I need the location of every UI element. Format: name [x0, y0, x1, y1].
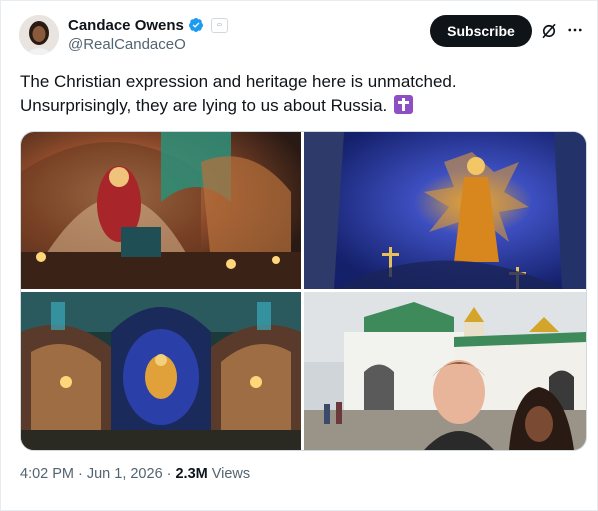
cathedral-nave-interior-photo[interactable]: [21, 292, 301, 450]
tweet-text: The Christian expression and heritage he…: [20, 70, 580, 118]
tweet-card: Candace Owens ▭ @RealCandaceO Subscribe …: [0, 0, 598, 511]
tweet-text-line-2-content: Unsurprisingly, they are lying to us abo…: [20, 96, 388, 115]
tweet-text-line-2: Unsurprisingly, they are lying to us abo…: [20, 94, 580, 118]
views-count: 2.3M: [175, 466, 208, 482]
cathedral-dome-christ-mosaic-photo[interactable]: [304, 132, 586, 289]
views-label: Views: [211, 466, 251, 482]
grok-icon[interactable]: [540, 22, 558, 40]
cross-emoji-icon: [394, 95, 413, 114]
more-icon[interactable]: [566, 21, 584, 39]
monastery-selfie-photo[interactable]: [304, 292, 586, 450]
cathedral-mosaic-madonna-photo[interactable]: [21, 132, 301, 289]
tweet-text-line-1: The Christian expression and heritage he…: [20, 72, 457, 91]
author-handle[interactable]: @RealCandaceO: [68, 36, 186, 53]
meta-separator: ·: [78, 466, 83, 482]
author-name[interactable]: Candace Owens: [68, 17, 184, 34]
avatar[interactable]: [19, 15, 59, 55]
verified-badge-icon: [188, 18, 203, 32]
author-name-row[interactable]: Candace Owens ▭: [68, 15, 228, 35]
affiliate-badge-icon[interactable]: ▭: [210, 17, 228, 33]
tweet-date[interactable]: Jun 1, 2026: [87, 466, 163, 482]
tweet-time[interactable]: 4:02 PM: [20, 466, 74, 482]
meta-separator: ·: [166, 466, 172, 482]
tweet-meta: 4:02 PM · Jun 1, 2026 · 2.3M Views: [20, 466, 250, 482]
subscribe-button[interactable]: Subscribe: [430, 15, 532, 47]
media-grid: [20, 131, 587, 451]
